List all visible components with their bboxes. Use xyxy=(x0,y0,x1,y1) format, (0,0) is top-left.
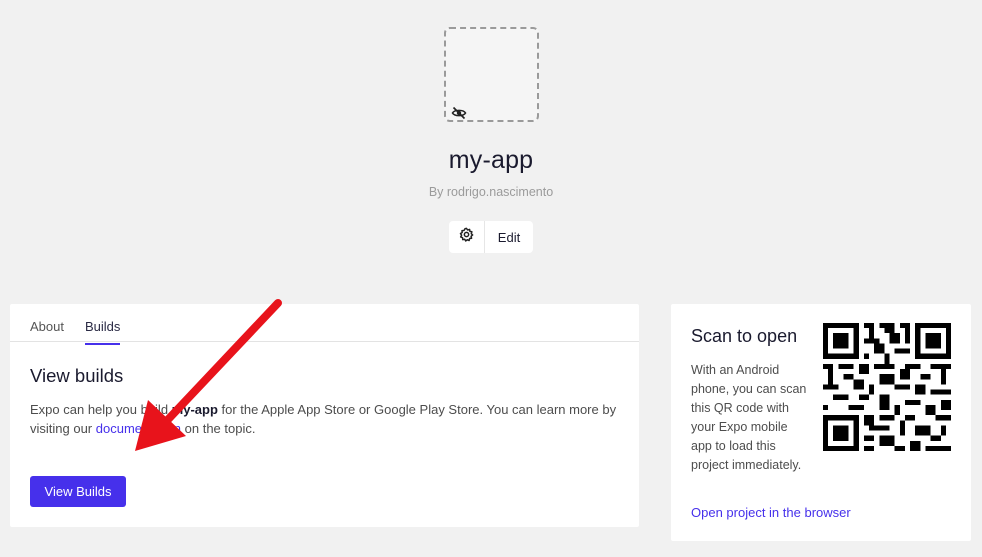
qr-title: Scan to open xyxy=(691,326,798,346)
app-icon-placeholder[interactable] xyxy=(444,27,539,122)
edit-button[interactable]: Edit xyxy=(485,221,533,253)
tab-bar: About Builds xyxy=(10,304,639,345)
project-owner: By rodrigo.nascimento xyxy=(428,185,554,199)
gear-icon xyxy=(459,227,474,247)
builds-description: Expo can help you build my-app for the A… xyxy=(30,400,630,438)
qr-instructions: With an Android phone, you can scan this… xyxy=(691,363,807,472)
desc-app-name: my-app xyxy=(171,402,218,417)
eye-off-icon xyxy=(451,105,467,121)
settings-button[interactable] xyxy=(449,221,485,253)
qr-card: Scan to open With an Android phone, you … xyxy=(671,304,971,541)
qr-code xyxy=(823,323,951,451)
project-actions: Edit xyxy=(449,221,533,253)
view-builds-heading: View builds xyxy=(30,365,124,386)
desc-text: Expo can help you build xyxy=(30,402,172,417)
open-in-browser-link[interactable]: Open project in the browser xyxy=(691,505,851,520)
builds-card: About Builds View builds Expo can help y… xyxy=(10,304,639,527)
project-title: my-app xyxy=(448,146,534,174)
tab-builds[interactable]: Builds xyxy=(85,319,121,345)
project-page: my-app By rodrigo.nascimento Edit About … xyxy=(0,0,982,557)
documentation-link[interactable]: documentation xyxy=(96,421,181,436)
desc-text: on the topic. xyxy=(181,421,256,436)
tab-about[interactable]: About xyxy=(30,319,64,343)
view-builds-button[interactable]: View Builds xyxy=(30,476,126,507)
